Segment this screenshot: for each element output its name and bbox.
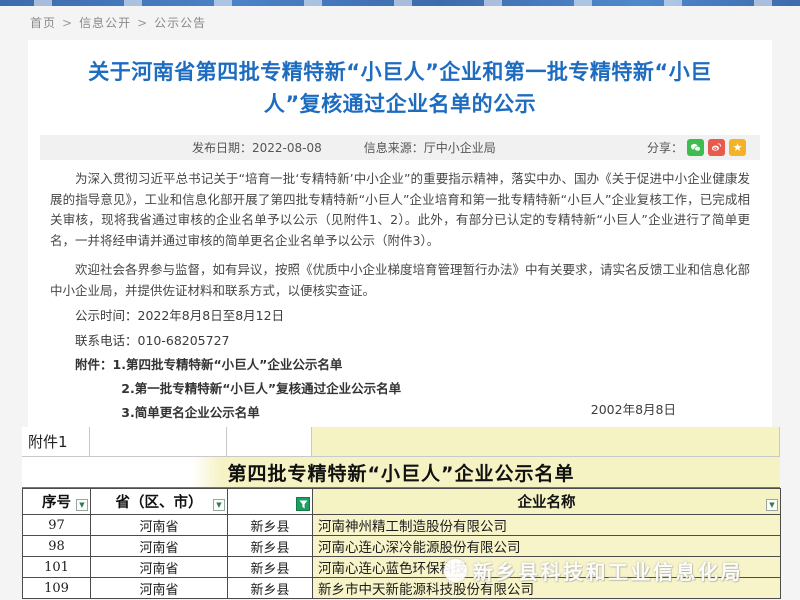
cell-serial: 98 (23, 536, 91, 557)
publicity-period-line: 公示时间：2022年8月8日至8月12日 (50, 306, 750, 326)
empty-cell (312, 427, 780, 457)
cell-province: 河南省 (91, 515, 228, 536)
spreadsheet-preview: 附件1 第四批专精特新“小巨人”企业公示名单 序号▼ 省（区、市）▼ 企业名称▼… (22, 427, 780, 599)
cell-city: 新乡县 (228, 557, 313, 578)
wechat-share-icon[interactable] (687, 139, 704, 156)
cell-serial: 101 (23, 557, 91, 578)
table-header-row: 序号▼ 省（区、市）▼ 企业名称▼ (23, 489, 781, 515)
cell-company: 新乡市中天新能源科技股份有限公司 (313, 578, 781, 599)
signature-date: 2002年8月8日 (591, 399, 676, 418)
breadcrumb: 首页 > 信息公开 > 公示公告 (30, 14, 206, 31)
breadcrumb-separator: > (137, 16, 148, 30)
empty-cell (90, 427, 227, 457)
attachment-line-1: 附件：1.第四批专精特新“小巨人”企业公示名单 (50, 355, 750, 375)
table-row: 97 河南省 新乡县 河南神州精工制造股份有限公司 (23, 515, 781, 536)
breadcrumb-separator: > (62, 16, 73, 30)
attachment-line-2: 2.第一批专精特新“小巨人”复核通过企业公示名单 (50, 379, 750, 399)
table-row: 98 河南省 新乡县 河南心连心深冷能源股份有限公司 (23, 536, 781, 557)
attachment-item-1[interactable]: 1.第四批专精特新“小巨人”企业公示名单 (113, 357, 343, 372)
header-serial: 序号▼ (23, 489, 91, 515)
filter-dropdown-icon[interactable]: ▼ (213, 499, 225, 511)
favorite-star-icon[interactable]: ★ (729, 139, 746, 156)
table-title: 第四批专精特新“小巨人”企业公示名单 (22, 457, 780, 488)
cell-company: 河南神州精工制造股份有限公司 (313, 515, 781, 536)
annex-label-cell: 附件1 (22, 427, 90, 457)
breadcrumb-info-disclosure[interactable]: 信息公开 (79, 16, 131, 30)
company-table: 序号▼ 省（区、市）▼ 企业名称▼ 97 河南省 新乡县 河南神州精工制造股份有… (22, 488, 781, 599)
filter-dropdown-icon[interactable]: ▼ (766, 499, 778, 511)
info-source: 信息来源：厅中小企业局 (364, 139, 496, 156)
cell-company: 河南心连心蓝色环保科技 (313, 557, 781, 578)
cell-city: 新乡县 (228, 515, 313, 536)
weibo-share-icon[interactable] (708, 139, 725, 156)
cell-city: 新乡县 (228, 536, 313, 557)
top-nav-strip (0, 0, 800, 6)
cell-city: 新乡县 (228, 578, 313, 599)
attachment-item-3[interactable]: 3.简单更名企业公示名单 (121, 405, 259, 420)
breadcrumb-announcements[interactable]: 公示公告 (154, 16, 206, 30)
article-paragraph-2: 欢迎社会各界参与监督，如有异议，按照《优质中小企业梯度培育管理暂行办法》中有关要… (50, 260, 750, 301)
article-paragraph-1: 为深入贯彻习近平总书记关于“培育一批‘专精特新’中小企业”的重要指示精神，落实中… (50, 169, 750, 251)
header-city (228, 489, 313, 515)
table-row: 109 河南省 新乡县 新乡市中天新能源科技股份有限公司 (23, 578, 781, 599)
breadcrumb-home[interactable]: 首页 (30, 16, 56, 30)
cell-serial: 97 (23, 515, 91, 536)
filter-funnel-icon[interactable] (296, 497, 310, 511)
share-bar: 分享： ★ (647, 139, 746, 156)
cell-province: 河南省 (91, 578, 228, 599)
contact-phone-line: 联系电话：010-68205727 (50, 331, 750, 351)
table-row: 101 河南省 新乡县 河南心连心蓝色环保科技 (23, 557, 781, 578)
page: 首页 > 信息公开 > 公示公告 关于河南省第四批专精特新“小巨人”企业和第一批专精特新… (0, 0, 800, 600)
attachment-item-2[interactable]: 2.第一批专精特新“小巨人”复核通过企业公示名单 (121, 381, 401, 396)
page-title: 关于河南省第四批专精特新“小巨人”企业和第一批专精特新“小巨人”复核通过企业名单… (88, 56, 713, 120)
publish-date: 发布日期：2022-08-08 (192, 139, 322, 156)
header-province: 省（区、市）▼ (91, 489, 228, 515)
attachment-label: 附件： (75, 357, 113, 372)
cell-company: 河南心连心深冷能源股份有限公司 (313, 536, 781, 557)
header-company: 企业名称▼ (313, 489, 781, 515)
filter-dropdown-icon[interactable]: ▼ (76, 499, 88, 511)
share-label: 分享： (647, 139, 683, 156)
cell-serial: 109 (23, 578, 91, 599)
article-card: 关于河南省第四批专精特新“小巨人”企业和第一批专精特新“小巨人”复核通过企业名单… (28, 40, 772, 427)
cell-province: 河南省 (91, 557, 228, 578)
article-meta-bar: 发布日期：2022-08-08 信息来源：厅中小企业局 分享： ★ (40, 135, 760, 160)
empty-cell (227, 427, 312, 457)
cell-province: 河南省 (91, 536, 228, 557)
annex-row: 附件1 (22, 427, 780, 457)
